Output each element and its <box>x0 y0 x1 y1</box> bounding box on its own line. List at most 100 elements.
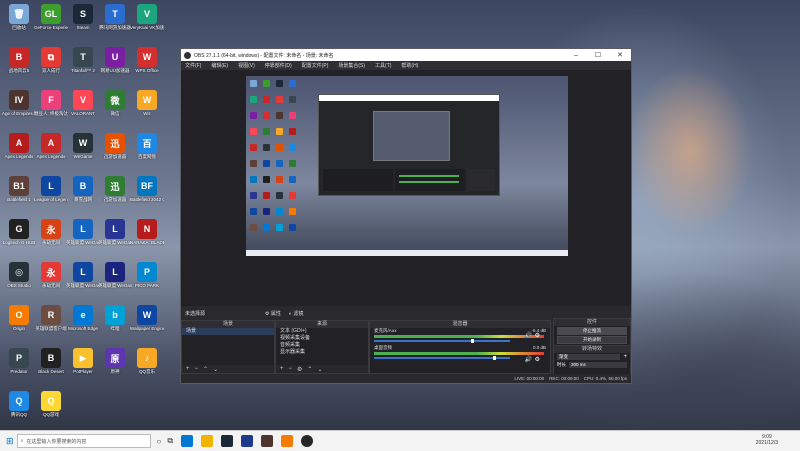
menu-item[interactable]: 文件(F) <box>185 62 201 69</box>
speaker-icon[interactable]: 🔊 <box>525 356 532 363</box>
desktop-icon[interactable]: GLGeForce Experience <box>34 4 68 31</box>
remove-scene-button[interactable]: − <box>195 366 199 372</box>
desktop-icon[interactable]: IV Age of Empires IV <box>2 90 36 117</box>
volume-slider[interactable] <box>374 339 510 343</box>
obs-window[interactable]: OBS 27.1.1 (64-bit, windows) - 配置文件: 未命名… <box>180 48 632 384</box>
desktop-icon[interactable]: W WPS Office <box>130 47 164 74</box>
desktop-icon[interactable]: A Apex Legends <box>34 133 68 160</box>
slider-thumb[interactable] <box>470 339 474 343</box>
source-item[interactable]: 显示器采集 <box>276 349 368 356</box>
start-recording-button[interactable]: 开始录制 <box>557 336 627 344</box>
desktop-icon[interactable]: O Origin <box>2 305 36 332</box>
duration-input[interactable]: 300 ms <box>569 362 627 368</box>
desktop-icon[interactable]: ▶ PotPlayer <box>66 348 100 375</box>
desktop-icon[interactable]: P PICO PARK <box>130 262 164 289</box>
stop-streaming-button[interactable]: 停止推流 <box>557 327 627 335</box>
filters-button[interactable]: ◐ 滤镜 <box>289 310 303 317</box>
desktop-icon[interactable]: 百百度网盘 <box>130 133 164 160</box>
steam-taskbar-icon[interactable] <box>221 435 234 447</box>
system-clock[interactable]: 9:09 2021/12/3 <box>756 434 778 446</box>
task-view-icon[interactable]: ⧉ <box>167 436 173 446</box>
desktop-icon[interactable]: 永永劫无间 <box>34 262 68 289</box>
desktop-icon[interactable]: 迅迅游加速器 <box>98 176 132 203</box>
uu-taskbar-icon[interactable] <box>241 435 254 447</box>
desktop-icon[interactable]: A Apex Legends <box>2 133 36 160</box>
start-icon[interactable]: ⊞ <box>6 436 14 447</box>
move-up-button[interactable]: ⌃ <box>203 366 208 373</box>
desktop-icon[interactable]: 迅迅游加速器 <box>98 133 132 160</box>
desktop-icon[interactable]: ◎ OBS Studio <box>2 262 36 289</box>
properties-button[interactable]: ⚙ 属性 <box>265 310 281 317</box>
menu-item[interactable]: 编辑(E) <box>211 62 228 69</box>
desktop-icon[interactable]: F糖豆人: 终极淘汰赛 <box>34 90 68 117</box>
menu-item[interactable]: 停靠部件(D) <box>265 62 292 69</box>
desktop-icon[interactable]: T Titanfall™ 2 <box>66 47 100 74</box>
obs-titlebar[interactable]: OBS 27.1.1 (64-bit, windows) - 配置文件: 未命名… <box>181 49 631 61</box>
aoe-taskbar-icon[interactable] <box>261 435 274 447</box>
desktop-icon[interactable]: ⧉ 双人成行 <box>34 47 68 74</box>
origin-taskbar-icon[interactable] <box>281 435 294 447</box>
desktop-icon[interactable]: B 暴雪战网 <box>66 176 100 203</box>
speaker-icon[interactable]: 🔊 <box>525 332 532 339</box>
move-down-button[interactable]: ⌄ <box>213 366 218 373</box>
desktop-icon[interactable]: B1 Battlefield 1 <box>2 176 36 203</box>
menu-item[interactable]: 帮助(H) <box>401 62 418 69</box>
desktop-icon[interactable]: L英雄联盟 WeGame版 <box>98 262 132 289</box>
desktop-icon[interactable]: B 战地风云5 <box>2 47 36 74</box>
volume-slider[interactable] <box>374 356 510 360</box>
desktop-icon[interactable]: V VALORANT <box>66 90 100 117</box>
menu-item[interactable]: 场景集合(S) <box>338 62 365 69</box>
desktop-icon[interactable]: P Predator <box>2 348 36 375</box>
source-item[interactable]: 音频采集 <box>276 342 368 349</box>
edge-taskbar-icon[interactable] <box>181 435 194 447</box>
obs-taskbar-icon[interactable] <box>301 435 314 447</box>
desktop-icon[interactable]: L英雄联盟 WeGame版 <box>66 219 100 246</box>
source-item[interactable]: 视频采集设备 <box>276 335 368 342</box>
desktop-icon[interactable]: VVeryKuai VK加速器 <box>130 4 164 31</box>
close-button[interactable]: ✕ <box>609 51 631 59</box>
slider-thumb[interactable] <box>492 356 496 360</box>
desktop-icon[interactable]: B Black Desert <box>34 348 68 375</box>
desktop-icon[interactable]: W Wallpaper Engine <box>130 305 164 332</box>
desktop-icon[interactable]: BFBattlefield 2042 Open <box>130 176 164 203</box>
desktop-icon[interactable]: 原原神 <box>98 348 132 375</box>
desktop-icon[interactable]: U 网易UU加速器 <box>98 47 132 74</box>
desktop-icon[interactable]: L英雄联盟 WeGame版 <box>66 262 100 289</box>
desktop-icon[interactable]: W WeGame <box>66 133 100 160</box>
cortana-icon[interactable]: ○ <box>157 437 162 446</box>
obs-preview[interactable] <box>181 70 631 306</box>
search-box[interactable]: ⌕ 在这里输入你要搜索的内容 <box>16 434 151 448</box>
desktop-icon[interactable]: 微微信 <box>98 90 132 117</box>
desktop-icon[interactable]: 🗑 回收站 <box>2 4 36 31</box>
file-explorer-icon[interactable] <box>201 435 214 447</box>
desktop-icon[interactable]: Q QQ游戏 <box>34 391 68 418</box>
remove-source-button[interactable]: − <box>289 366 293 372</box>
menu-item[interactable]: 工具(T) <box>375 62 391 69</box>
menu-item[interactable]: 视图(V) <box>238 62 255 69</box>
maximize-button[interactable]: ☐ <box>587 51 609 59</box>
add-transition-button[interactable]: + <box>623 354 627 360</box>
desktop-icon[interactable]: W Wiz <box>130 90 164 117</box>
desktop-icon[interactable]: R 英雄联盟客户端 <box>34 305 68 332</box>
gear-icon[interactable]: ⚙ <box>535 332 540 339</box>
transition-select[interactable]: 渐变 <box>557 354 621 360</box>
source-settings-icon[interactable]: ⚙ <box>297 366 302 373</box>
desktop-icon[interactable]: Q 腾讯QQ <box>2 391 36 418</box>
desktop-icon[interactable]: e Microsoft Edge <box>66 305 100 332</box>
source-item[interactable]: 文本 (GDI+) <box>276 328 368 335</box>
desktop-icon[interactable]: b 哔哩 <box>98 305 132 332</box>
desktop-icon[interactable]: NNARAKA: BLADEPOINT <box>130 219 164 246</box>
add-source-button[interactable]: + <box>280 366 284 372</box>
desktop-icon[interactable]: S Steam <box>66 4 100 31</box>
add-scene-button[interactable]: + <box>186 366 190 372</box>
desktop-icon[interactable]: G Logitech G HUB <box>2 219 36 246</box>
desktop-icon[interactable]: T 腾讯网游加速器 <box>98 4 132 31</box>
move-down-button[interactable]: ⌄ <box>317 366 322 373</box>
minimize-button[interactable]: – <box>565 52 587 59</box>
desktop-icon[interactable]: LLeague of Legends <box>34 176 68 203</box>
scene-item[interactable]: 场景 <box>182 328 274 335</box>
desktop-icon[interactable]: ♪ QQ音乐 <box>130 348 164 375</box>
menu-item[interactable]: 配置文件(P) <box>302 62 329 69</box>
desktop-icon[interactable]: L英雄联盟 WeGame版 <box>98 219 132 246</box>
gear-icon[interactable]: ⚙ <box>535 356 540 363</box>
